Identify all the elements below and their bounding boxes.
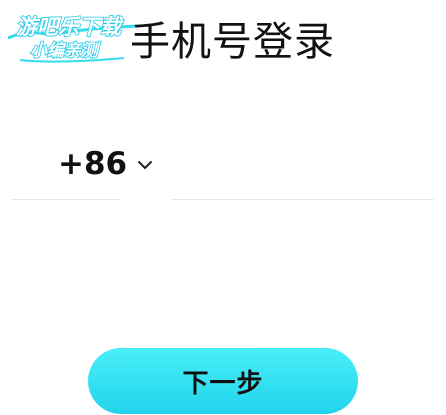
phone-number-input[interactable] xyxy=(182,146,431,190)
chevron-down-icon[interactable] xyxy=(136,156,154,174)
next-button[interactable]: 下一步 xyxy=(88,348,358,414)
watermark-logo: 游吧乐下载 小编亲测 xyxy=(6,8,146,68)
page-title: 手机号登录 xyxy=(130,19,335,65)
country-code-selector[interactable]: +86 xyxy=(58,144,127,184)
phone-input-row: +86 xyxy=(12,138,434,200)
watermark-logo-graphic: 游吧乐下载 小编亲测 xyxy=(7,14,139,63)
login-page: 游吧乐下载 小编亲测 手机号登录 +86 下一步 xyxy=(0,0,446,415)
watermark-line1: 游吧乐下载 xyxy=(16,15,124,39)
country-code-underline xyxy=(12,199,120,200)
phone-number-underline xyxy=(172,199,434,200)
watermark-line2: 小编亲测 xyxy=(30,41,101,61)
